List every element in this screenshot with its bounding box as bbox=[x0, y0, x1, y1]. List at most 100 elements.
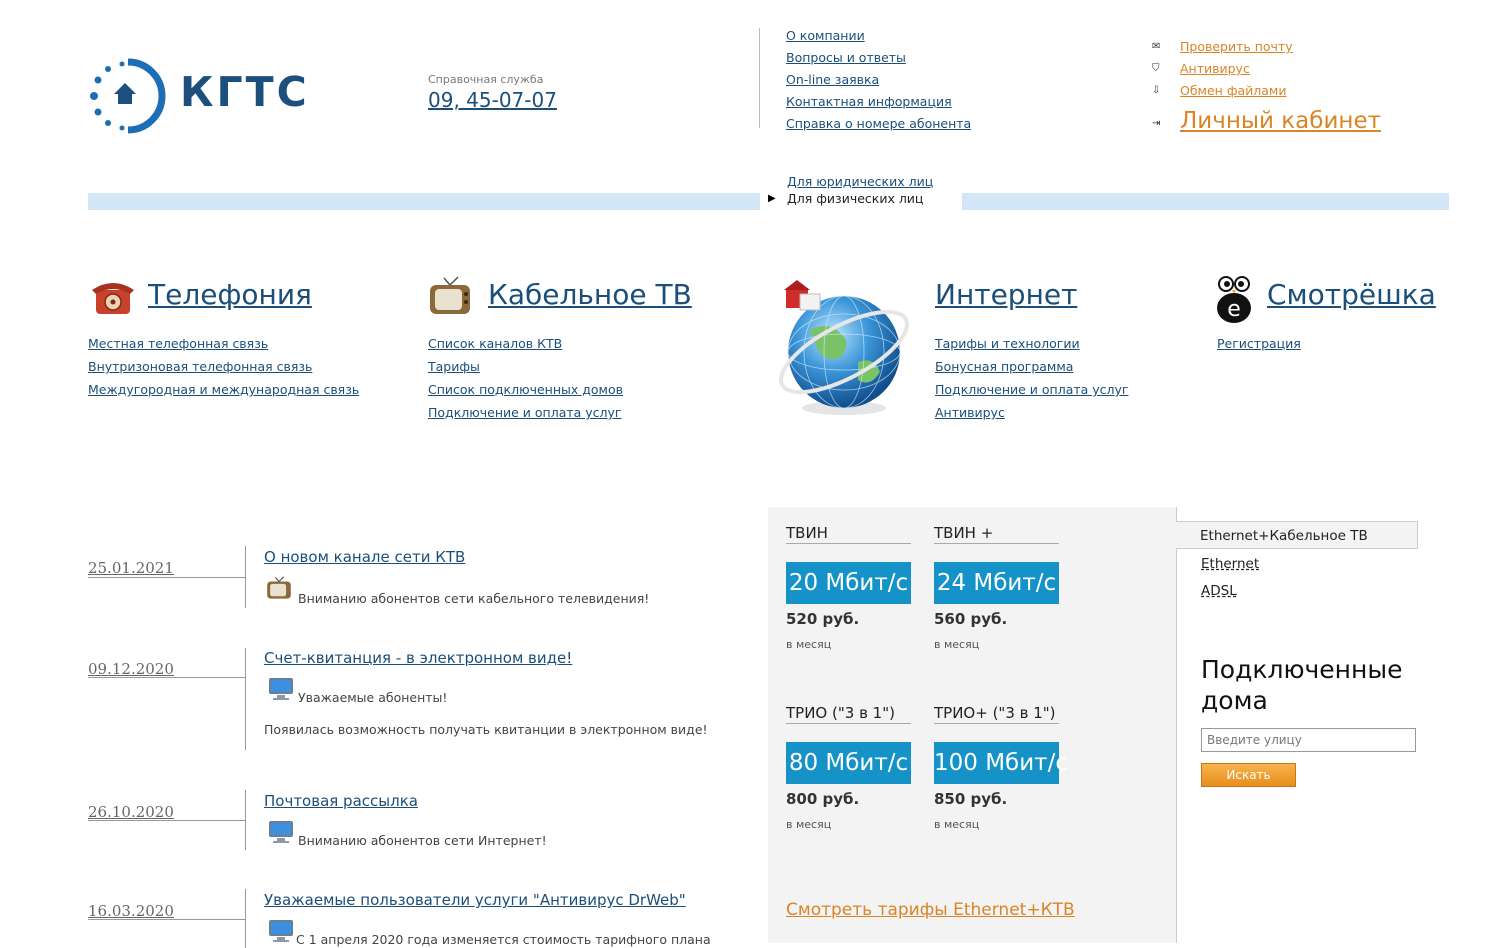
news-title[interactable]: Счет-квитанция - в электронном виде! bbox=[264, 649, 572, 667]
cabinet-icon: ⇥ bbox=[1152, 118, 1161, 129]
computer-icon bbox=[269, 920, 293, 942]
internet-links: Тарифы и технологии Бонусная программа П… bbox=[935, 332, 1129, 424]
news-date-line bbox=[88, 919, 245, 920]
globe-icon bbox=[778, 280, 910, 415]
right-links: ✉ Проверить почту ⛉ Антивирус ⇩ Обмен фа… bbox=[1152, 36, 1381, 139]
phone-icon bbox=[92, 283, 134, 314]
antivirus-link[interactable]: Антивирус bbox=[1180, 61, 1250, 76]
tab-adsl[interactable]: ADSL bbox=[1201, 583, 1237, 599]
computer-icon bbox=[269, 678, 293, 700]
internet-title[interactable]: Интернет bbox=[935, 278, 1077, 311]
nav-subscriber-number[interactable]: Справка о номере абонента bbox=[786, 116, 971, 131]
tariff-name: ТВИН bbox=[786, 524, 828, 542]
telephony-link[interactable]: Междугородная и международная связь bbox=[88, 382, 359, 397]
top-nav: О компании Вопросы и ответы On-line заяв… bbox=[786, 25, 971, 135]
nav-faq[interactable]: Вопросы и ответы bbox=[786, 50, 906, 65]
divider bbox=[759, 28, 760, 128]
tariff-price: 520 руб. bbox=[786, 610, 860, 628]
news-divider bbox=[245, 648, 246, 750]
tariff-name: ТРИО ("3 в 1") bbox=[786, 704, 895, 722]
news-text: С 1 апреля 2020 года изменяется стоимост… bbox=[296, 932, 711, 947]
home-icon bbox=[114, 83, 136, 104]
smotreshka-links: Регистрация bbox=[1217, 332, 1301, 355]
street-search-input[interactable] bbox=[1201, 728, 1416, 752]
mail-icon: ✉ bbox=[1152, 41, 1161, 52]
personal-cabinet-link[interactable]: Личный кабинет bbox=[1180, 108, 1381, 134]
tariff-speed-badge[interactable]: 24 Мбит/с bbox=[934, 562, 1059, 604]
tariff-underline bbox=[934, 543, 1059, 544]
internet-link[interactable]: Тарифы и технологии bbox=[935, 336, 1080, 351]
tariff-period: в месяц bbox=[786, 818, 832, 831]
file-exchange-link[interactable]: Обмен файлами bbox=[1180, 83, 1287, 98]
tariff-name: ТВИН + bbox=[934, 524, 994, 542]
tariff-price: 850 руб. bbox=[934, 790, 1008, 808]
nav-about[interactable]: О компании bbox=[786, 28, 865, 43]
arrow-right-icon: ▶ bbox=[768, 193, 776, 204]
computer-icon bbox=[269, 821, 293, 843]
tariff-name: ТРИО+ ("3 в 1") bbox=[934, 704, 1056, 722]
news-date-line bbox=[88, 577, 245, 578]
tariff-period: в месяц bbox=[934, 818, 980, 831]
telephony-links: Местная телефонная связь Внутризоновая т… bbox=[88, 332, 359, 401]
news-divider bbox=[245, 546, 246, 608]
telephony-link[interactable]: Внутризоновая телефонная связь bbox=[88, 359, 312, 374]
segment-legal[interactable]: Для юридических лиц bbox=[787, 174, 933, 189]
help-phone[interactable]: 09, 45-07-07 bbox=[428, 88, 557, 112]
news-divider bbox=[245, 790, 246, 850]
news-text: Вниманию абонентов сети Интернет! bbox=[298, 833, 547, 848]
nav-contacts[interactable]: Контактная информация bbox=[786, 94, 952, 109]
tabs-divider bbox=[1176, 507, 1177, 943]
tv-link[interactable]: Список каналов КТВ bbox=[428, 336, 562, 351]
tariff-period: в месяц bbox=[786, 638, 832, 651]
tv-link[interactable]: Тарифы bbox=[428, 359, 480, 374]
news-text: Уважаемые абоненты! bbox=[298, 690, 448, 705]
tv-link[interactable]: Список подключенных домов bbox=[428, 382, 623, 397]
help-label: Справочная служба bbox=[428, 73, 544, 86]
news-date-line bbox=[88, 820, 245, 821]
news-title[interactable]: Уважаемые пользователи услуги "Антивирус… bbox=[264, 891, 686, 909]
tariff-period: в месяц bbox=[934, 638, 980, 651]
news-title[interactable]: О новом канале сети КТВ bbox=[264, 548, 465, 566]
segment-individual[interactable]: Для физических лиц bbox=[787, 191, 923, 206]
logo-text[interactable]: КГТС bbox=[180, 68, 310, 116]
news-date: 25.01.2021 bbox=[88, 559, 174, 577]
telephony-title[interactable]: Телефония bbox=[148, 278, 312, 311]
svg-text:e: e bbox=[1227, 297, 1241, 322]
nav-online-request[interactable]: On-line заявка bbox=[786, 72, 879, 87]
news-text: Появилась возможность получать квитанции… bbox=[264, 722, 708, 737]
news-date: 26.10.2020 bbox=[88, 803, 174, 821]
news-title[interactable]: Почтовая рассылка bbox=[264, 792, 418, 810]
tariff-speed-badge[interactable]: 80 Мбит/с bbox=[786, 742, 911, 784]
tv-links: Список каналов КТВ Тарифы Список подключ… bbox=[428, 332, 623, 424]
search-button[interactable]: Искать bbox=[1201, 763, 1296, 787]
news-divider bbox=[245, 889, 246, 948]
tab-ethernet-ktv[interactable]: Ethernet+Кабельное ТВ bbox=[1176, 521, 1418, 549]
internet-link[interactable]: Антивирус bbox=[935, 405, 1005, 420]
see-tariffs-link[interactable]: Смотреть тарифы Ethernet+КТВ bbox=[786, 900, 1075, 920]
tab-ethernet[interactable]: Ethernet bbox=[1201, 556, 1259, 572]
news-date: 09.12.2020 bbox=[88, 660, 174, 678]
tariff-speed-badge[interactable]: 20 Мбит/с bbox=[786, 562, 911, 604]
news-date-line bbox=[88, 677, 245, 678]
registration-link[interactable]: Регистрация bbox=[1217, 336, 1301, 351]
tariff-price: 560 руб. bbox=[934, 610, 1008, 628]
tv-icon bbox=[430, 276, 470, 314]
tariff-speed-badge[interactable]: 100 Мбит/с bbox=[934, 742, 1068, 784]
houses-title: Подключенные дома bbox=[1201, 655, 1403, 715]
tv-link[interactable]: Подключение и оплата услуг bbox=[428, 405, 622, 420]
smotreshka-title[interactable]: Смотрёшка bbox=[1267, 278, 1436, 311]
tariff-underline bbox=[786, 543, 911, 544]
check-mail-link[interactable]: Проверить почту bbox=[1180, 39, 1293, 54]
tariff-underline bbox=[786, 723, 911, 724]
smotreshka-icon: e bbox=[1217, 276, 1251, 323]
internet-link[interactable]: Подключение и оплата услуг bbox=[935, 382, 1129, 397]
tariff-underline bbox=[934, 723, 1059, 724]
cable-tv-title[interactable]: Кабельное ТВ bbox=[488, 278, 692, 311]
tv-icon bbox=[267, 576, 291, 599]
news-text: Вниманию абонентов сети кабельного телев… bbox=[298, 591, 650, 606]
telephony-link[interactable]: Местная телефонная связь bbox=[88, 336, 268, 351]
news-date: 16.03.2020 bbox=[88, 902, 174, 920]
download-icon: ⇩ bbox=[1152, 85, 1161, 96]
shield-icon: ⛉ bbox=[1152, 63, 1160, 74]
internet-link[interactable]: Бонусная программа bbox=[935, 359, 1073, 374]
